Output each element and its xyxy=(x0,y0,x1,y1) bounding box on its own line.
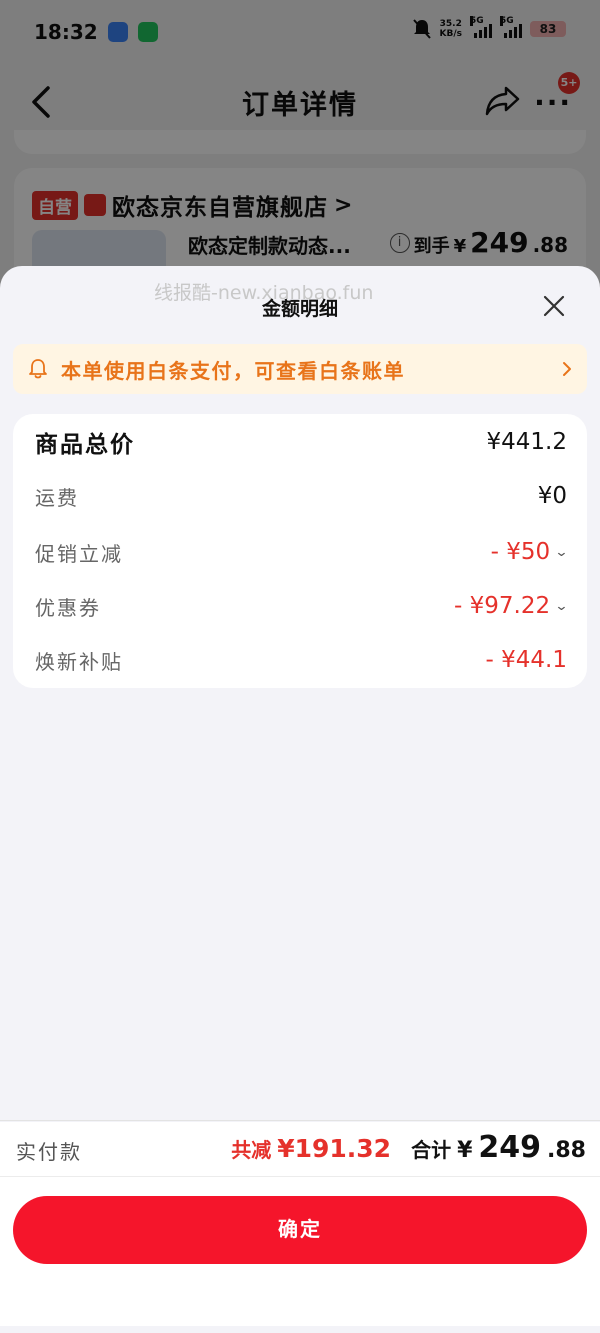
divider xyxy=(0,1120,600,1121)
row-label: 优惠券 xyxy=(35,595,101,620)
row-trade-in-subsidy: 焕新补贴 - ¥44.1 xyxy=(35,640,567,680)
chevron-down-icon[interactable]: ⌄ xyxy=(554,545,568,560)
row-total-goods-price: 商品总价 ¥441.2 xyxy=(35,422,567,462)
baitiao-notice[interactable]: 本单使用白条支付，可查看白条账单 xyxy=(13,344,587,394)
total-integer: 249 xyxy=(478,1130,542,1165)
confirm-button[interactable]: 确定 xyxy=(13,1196,587,1264)
row-value: - ¥44.1 xyxy=(485,647,567,673)
notice-text: 本单使用白条支付，可查看白条账单 xyxy=(61,358,405,383)
amount-detail-card: 商品总价 ¥441.2 运费 ¥0 促销立减 - ¥50 ⌄ 优惠券 - ¥97… xyxy=(13,414,587,688)
chevron-down-icon[interactable]: ⌄ xyxy=(554,599,568,614)
bottom-action-area: 确定 xyxy=(0,1176,600,1326)
amount-detail-sheet: 线报酷-new.xianbao.fun 金额明细 本单使用白条支付，可查看白条账… xyxy=(0,266,600,1333)
row-value: - ¥50 ⌄ xyxy=(490,539,569,565)
row-shipping-fee: 运费 ¥0 xyxy=(35,476,567,516)
total-label: 合计 xyxy=(411,1138,452,1162)
divider xyxy=(0,1176,600,1177)
close-icon[interactable] xyxy=(542,294,566,318)
row-value: ¥0 xyxy=(537,483,567,509)
row-value: ¥441.2 xyxy=(486,429,567,455)
total-decimal: .88 xyxy=(547,1138,586,1163)
pay-label: 实付款 xyxy=(16,1140,82,1164)
row-label: 商品总价 xyxy=(35,432,135,458)
row-promotion-discount[interactable]: 促销立减 - ¥50 ⌄ xyxy=(35,532,569,572)
row-label: 焕新补贴 xyxy=(35,649,123,674)
row-label: 促销立减 xyxy=(35,541,123,566)
bell-icon xyxy=(29,359,47,379)
row-value-text: - ¥97.22 xyxy=(454,593,551,619)
row-coupon[interactable]: 优惠券 - ¥97.22 ⌄ xyxy=(35,586,569,626)
row-label: 运费 xyxy=(35,485,79,510)
row-value-text: - ¥50 xyxy=(490,539,551,565)
payment-summary: 实付款 共减 ¥191.32 合计 ¥ 249 .88 xyxy=(0,1122,600,1176)
saved-value: ¥191.32 xyxy=(277,1134,392,1163)
pay-amounts: 共减 ¥191.32 合计 ¥ 249 .88 xyxy=(231,1130,586,1165)
saved-label: 共减 xyxy=(231,1138,272,1162)
sheet-title: 金额明细 xyxy=(261,298,338,320)
chevron-right-icon xyxy=(563,362,571,376)
row-value: - ¥97.22 ⌄ xyxy=(454,593,569,619)
total-yen: ¥ xyxy=(457,1138,473,1163)
